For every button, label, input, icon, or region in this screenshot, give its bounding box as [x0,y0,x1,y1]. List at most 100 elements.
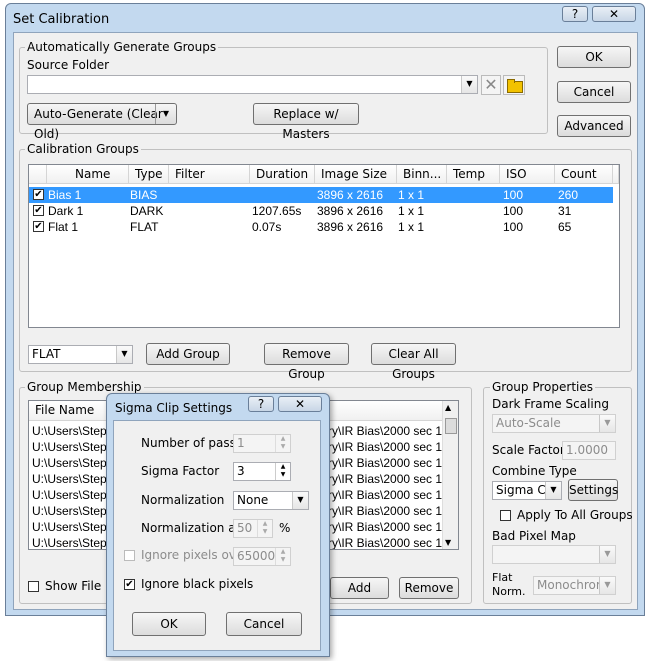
cancel-button[interactable]: Cancel [557,81,631,103]
flat-norm-select[interactable]: Monochrome ▼ [533,576,616,595]
chevron-down-icon[interactable]: ▼ [461,76,477,93]
column-header-filter[interactable]: Filter [169,165,250,184]
row-type: FLAT [130,220,159,234]
chevron-down-icon[interactable]: ▼ [116,346,132,363]
list-item[interactable]: U:\Users\Steph [32,535,113,549]
ignore-pixels-over-checkbox[interactable] [124,550,135,561]
folder-icon[interactable] [503,75,525,95]
advanced-button[interactable]: Advanced [557,115,631,137]
list-item[interactable]: U:\Users\Steph [32,519,113,535]
table-row[interactable]: ✔ Flat 1 FLAT 0.07s 3896 x 2616 1 x 1 10… [29,219,613,235]
combine-type-select[interactable]: Sigma Clip ▼ [492,481,562,500]
ignore-black-pixels-checkbox[interactable]: ✔ [124,579,135,590]
close-button[interactable]: ✕ [592,6,636,22]
column-header-temp[interactable]: Temp ... [447,165,500,199]
combine-type-label: Combine Type [492,464,577,478]
chevron-down-icon[interactable]: ▼ [599,577,615,594]
combine-settings-button[interactable]: Settings [568,479,618,501]
list-item[interactable]: U:\Users\Steph [32,439,113,455]
dark-frame-scaling-select[interactable]: Auto-Scale ▼ [492,414,616,433]
ignore-pixels-over-spinner[interactable]: 65000 ▲ ▼ [233,547,291,566]
row-count: 260 [558,188,579,202]
list-item-path: ry\IR Bias\2000 sec 10 [328,536,449,550]
calibration-groups-title: Calibration Groups [25,142,141,156]
add-file-button[interactable]: Add [330,577,389,599]
remove-group-button[interactable]: Remove Group [264,343,349,381]
sigma-ok-button[interactable]: OK [132,612,206,636]
column-header-count[interactable]: Count [555,165,613,184]
ok-button[interactable]: OK [557,46,631,68]
row-duration: 1207.65s [252,204,302,218]
column-header-duration[interactable]: Duration [250,165,315,184]
add-group-button[interactable]: Add Group [146,343,230,365]
row-type: BIAS [130,188,158,202]
sigma-help-button[interactable]: ? [248,396,274,412]
row-checkbox[interactable]: ✔ [33,189,44,200]
group-type-select[interactable]: FLAT ▼ [28,345,133,364]
apply-to-all-groups-checkbox[interactable] [500,510,511,521]
sigma-close-button[interactable]: ✕ [278,396,322,412]
table-row[interactable]: ✔ Dark 1 DARK 1207.65s 3896 x 2616 1 x 1… [29,203,613,219]
scroll-thumb[interactable] [445,418,457,434]
remove-file-button[interactable]: Remove [399,577,459,599]
chevron-down-icon[interactable]: ▼ [155,104,176,124]
row-size: 3896 x 2616 [317,204,384,218]
dark-frame-scaling-label: Dark Frame Scaling [492,397,609,411]
table-row[interactable]: ✔ Bias 1 BIAS 3896 x 2616 1 x 1 100 260 [29,187,613,203]
calibration-groups-list[interactable]: Name Type Filter Duration Image Size Bin… [28,164,620,328]
scale-factor-input[interactable]: 1.0000 [562,441,616,460]
normalization-area-spinner[interactable]: 50 ▲ ▼ [233,519,273,538]
spinner-arrows-icon[interactable]: ▲ ▼ [275,435,290,452]
column-header-iso[interactable]: ISO [500,165,555,184]
list-item[interactable]: U:\Users\Steph [32,487,113,503]
row-size: 3896 x 2616 [317,220,384,234]
show-file-name-checkbox[interactable] [28,581,39,592]
column-header-name[interactable]: Name [47,165,129,184]
spinner-arrows-icon[interactable]: ▲ ▼ [257,520,272,537]
chevron-down-icon[interactable]: ▼ [545,482,561,499]
row-checkbox[interactable]: ✔ [33,205,44,216]
row-checkbox[interactable]: ✔ [33,221,44,232]
row-name: Bias 1 [48,188,82,202]
ignore-black-pixels-label: Ignore black pixels [141,577,254,591]
passes-spinner[interactable]: 1 ▲ ▼ [233,434,291,453]
chevron-down-icon[interactable]: ▼ [599,546,615,563]
list-item[interactable]: U:\Users\Steph [32,471,113,487]
list-item[interactable]: U:\Users\Steph [32,503,113,519]
normalization-area-value: 50 [237,521,253,535]
dark-frame-scaling-value: Auto-Scale [496,416,561,430]
help-button[interactable]: ? [562,6,588,22]
scale-factor-label: Scale Factor [492,443,565,457]
column-header-type[interactable]: Type [129,165,169,184]
normalization-label: Normalization [141,493,225,507]
auto-generate-button[interactable]: Auto-Generate (Clear Old) ▼ [27,103,177,141]
column-header-binning[interactable]: Binn... [397,165,447,184]
list-item[interactable]: U:\Users\Steph [32,423,113,439]
chevron-down-icon[interactable]: ▼ [292,492,308,509]
scroll-up-icon[interactable]: ▲ [445,403,451,412]
column-header-file-name[interactable]: File Name [29,401,107,421]
bad-pixel-map-select[interactable]: ▼ [492,545,616,564]
auto-generate-title: Automatically Generate Groups [25,40,219,54]
clear-icon[interactable]: ✕ [481,75,501,95]
flat-norm-label-1: Flat [492,571,513,584]
spinner-arrows-icon[interactable]: ▲ ▼ [275,463,290,480]
spinner-arrows-icon[interactable]: ▲ ▼ [275,548,290,565]
group-properties-title: Group Properties [490,380,595,394]
row-iso: 100 [503,204,524,218]
replace-with-masters-button[interactable]: Replace w/ Masters [253,103,359,141]
column-header-image-size[interactable]: Image Size [315,165,397,184]
sigma-cancel-button[interactable]: Cancel [226,612,302,636]
normalization-select[interactable]: None ▼ [233,491,309,510]
list-item[interactable]: U:\Users\Steph [32,455,113,471]
row-name: Dark 1 [48,204,84,218]
sigma-factor-label: Sigma Factor [141,464,220,478]
sigma-factor-spinner[interactable]: 3 ▲ ▼ [233,462,291,481]
row-count: 31 [558,204,572,218]
chevron-down-icon[interactable]: ▼ [599,415,615,432]
scroll-down-icon[interactable]: ▼ [445,538,451,547]
source-folder-label: Source Folder [27,58,110,72]
source-folder-combo[interactable]: ▼ [27,75,478,94]
clear-all-groups-button[interactable]: Clear All Groups [371,343,456,381]
vertical-scrollbar[interactable]: ▲ ▼ [442,401,458,549]
